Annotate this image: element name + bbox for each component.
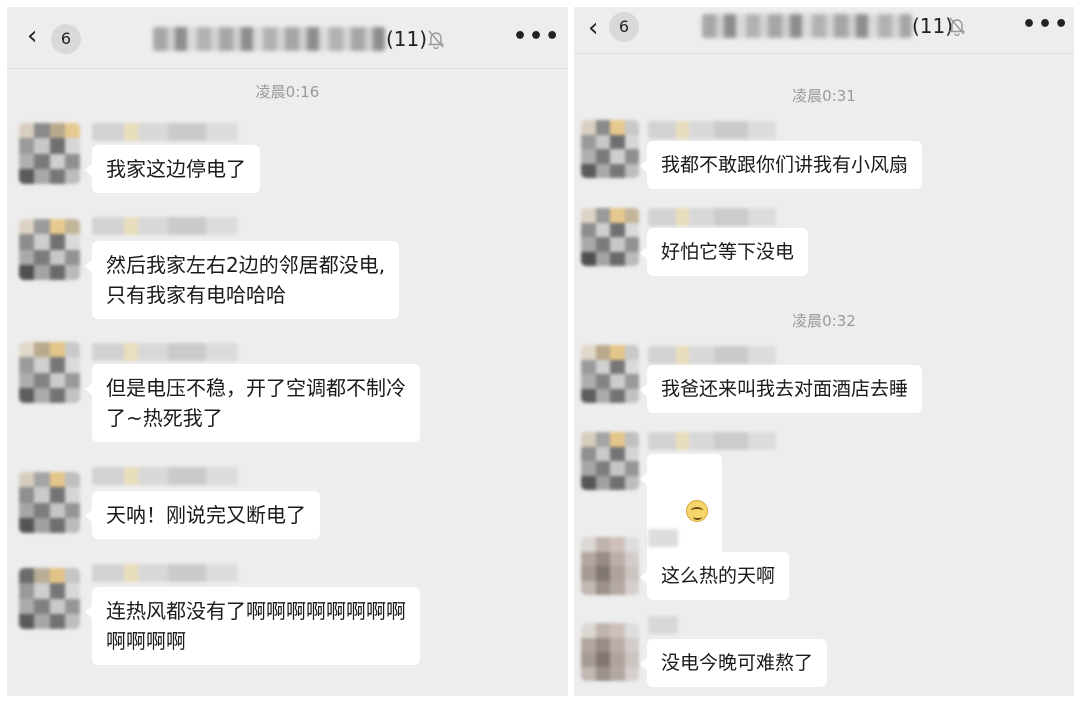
avatar[interactable] [581, 208, 639, 266]
avatar[interactable] [581, 432, 639, 490]
blurred-sender-name [648, 346, 776, 364]
message-bubble[interactable]: 没电今晚可难熬了 [639, 639, 828, 687]
avatar[interactable] [581, 537, 639, 595]
blurred-sender-name [92, 467, 238, 485]
blurred-sender-name [648, 121, 776, 139]
member-count: (11) [386, 27, 428, 51]
message-bubble[interactable]: 我都不敢跟你们讲我有小风扇 [639, 141, 923, 189]
blurred-sender-name [648, 208, 776, 226]
chat-header: ‹ 6 (11) ••• [574, 7, 1074, 54]
blurred-sender-name [92, 343, 238, 361]
chat-screen-right: ‹ 6 (11) ••• 凌晨0:31 我都不敢跟你们讲我有小风扇 好怕它等下没… [574, 7, 1074, 696]
message-bubble[interactable]: 天呐！刚说完又断电了 [85, 491, 320, 539]
timestamp: 凌晨0:32 [792, 312, 856, 330]
member-count: (11) [912, 14, 954, 38]
blurred-sender-name [648, 616, 678, 634]
message-bubble[interactable]: 我爸还来叫我去对面酒店去睡 [639, 365, 923, 413]
avatar[interactable] [19, 123, 80, 184]
message-bubble[interactable] [639, 454, 723, 564]
bell-slash-icon [427, 30, 445, 49]
smiling-face-emoji-icon [686, 499, 709, 522]
more-options-button[interactable]: ••• [1022, 11, 1070, 39]
avatar[interactable] [19, 219, 80, 280]
blurred-group-name [153, 27, 385, 51]
blurred-sender-name [92, 564, 238, 582]
message-bubble[interactable]: 这么热的天啊 [639, 552, 790, 600]
avatar[interactable] [581, 120, 639, 178]
timestamp: 凌晨0:31 [792, 87, 856, 105]
blurred-sender-name [92, 123, 238, 141]
message-bubble[interactable]: 但是电压不稳，开了空调都不制冷 了~热死我了 [85, 364, 420, 442]
avatar[interactable] [19, 342, 80, 403]
blurred-sender-name [648, 529, 678, 547]
chevron-left-icon[interactable]: ‹ [27, 21, 37, 51]
avatar[interactable] [19, 472, 80, 533]
blurred-sender-name [648, 432, 776, 450]
avatar[interactable] [581, 623, 639, 681]
avatar[interactable] [581, 345, 639, 403]
blurred-group-name [702, 14, 912, 38]
more-options-button[interactable]: ••• [513, 23, 561, 51]
chat-screen-left: ‹ 6 (11) ••• 凌晨0:16 我家这边停电了 然后我家左右2边的邻居都… [7, 7, 568, 696]
bell-slash-icon [948, 17, 966, 36]
unread-count-badge[interactable]: 6 [51, 24, 81, 54]
timestamp: 凌晨0:16 [255, 83, 320, 101]
message-bubble[interactable]: 好怕它等下没电 [639, 228, 809, 276]
blurred-sender-name [92, 217, 238, 235]
unread-count-badge[interactable]: 6 [609, 12, 639, 42]
message-bubble[interactable]: 我家这边停电了 [85, 145, 260, 193]
message-bubble[interactable]: 连热风都没有了啊啊啊啊啊啊啊啊 啊啊啊啊 [85, 587, 420, 665]
chat-header: ‹ 6 (11) ••• [7, 7, 568, 69]
avatar[interactable] [19, 568, 80, 629]
message-bubble[interactable]: 然后我家左右2边的邻居都没电, 只有我家有电哈哈哈 [84, 241, 400, 319]
chevron-left-icon[interactable]: ‹ [588, 13, 598, 43]
